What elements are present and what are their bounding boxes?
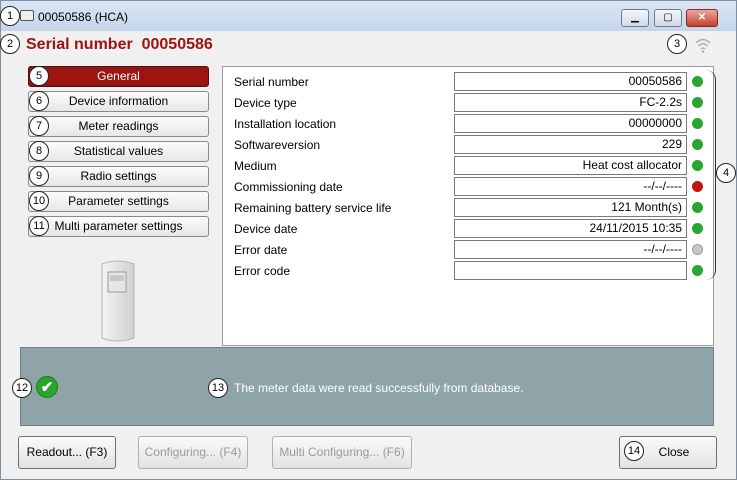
status-dot-grey — [692, 244, 703, 255]
configuring-button[interactable]: Configuring... (F4) — [138, 436, 248, 469]
app-icon — [20, 10, 34, 21]
nav-statistical-values[interactable]: Statistical values — [28, 141, 209, 162]
field-error-date: --/--/---- — [454, 240, 687, 259]
nav-multi-parameter-settings[interactable]: Multi parameter settings — [28, 216, 209, 237]
device-image — [101, 260, 135, 342]
field-serial-number: 00050586 — [454, 72, 687, 91]
annotation-badge: 5 — [29, 66, 49, 86]
status-dot-green — [692, 97, 703, 108]
field-error-code — [454, 261, 687, 280]
label-device-type: Device type — [234, 96, 297, 110]
annotation-badge: 3 — [667, 34, 687, 54]
label-commissioning-date: Commissioning date — [234, 180, 343, 194]
nav-general[interactable]: General — [28, 66, 209, 87]
field-device-date: 24/11/2015 10:35 — [454, 219, 687, 238]
annotation-badge: 2 — [0, 34, 20, 54]
status-dot-green — [692, 160, 703, 171]
serial-value: 00050586 — [141, 36, 213, 53]
status-bracket — [706, 70, 716, 280]
nav-parameter-settings[interactable]: Parameter settings — [28, 191, 209, 212]
field-commissioning-date: --/--/---- — [454, 177, 687, 196]
label-installation-location: Installation location — [234, 117, 337, 131]
status-dot-green — [692, 223, 703, 234]
serial-label: Serial number — [26, 36, 133, 53]
label-serial-number: Serial number — [234, 75, 309, 89]
annotation-badge: 1 — [0, 6, 20, 26]
nav-meter-readings[interactable]: Meter readings — [28, 116, 209, 137]
status-dot-green — [692, 265, 703, 276]
annotation-badge: 8 — [29, 141, 49, 161]
label-device-date: Device date — [234, 222, 298, 236]
maximize-button[interactable]: ▢ — [654, 9, 682, 27]
field-softwareversion: 229 — [454, 135, 687, 154]
label-remaining-battery: Remaining battery service life — [234, 201, 392, 215]
multi-configuring-button[interactable]: Multi Configuring... (F6) — [272, 436, 412, 469]
status-dot-green — [692, 202, 703, 213]
page-title: Serial number 00050586 — [26, 36, 213, 54]
window-title: 00050586 (HCA) — [38, 10, 129, 24]
label-error-date: Error date — [234, 243, 288, 257]
annotation-badge: 4 — [716, 163, 736, 183]
readout-button[interactable]: Readout... (F3) — [18, 436, 116, 469]
annotation-badge: 12 — [12, 378, 32, 398]
minimize-button[interactable]: ▁ — [621, 9, 649, 27]
status-dot-green — [692, 76, 703, 87]
field-remaining-battery: 121 Month(s) — [454, 198, 687, 217]
close-window-button[interactable]: ✕ — [686, 9, 718, 27]
annotation-badge: 7 — [29, 116, 49, 136]
label-softwareversion: Softwareversion — [234, 138, 321, 152]
nav-device-information[interactable]: Device information — [28, 91, 209, 112]
field-installation-location: 00000000 — [454, 114, 687, 133]
label-medium: Medium — [234, 159, 277, 173]
status-dot-red — [692, 181, 703, 192]
field-medium: Heat cost allocator — [454, 156, 687, 175]
check-icon: ✔ — [36, 376, 58, 398]
annotation-badge: 9 — [29, 166, 49, 186]
nav-radio-settings[interactable]: Radio settings — [28, 166, 209, 187]
status-dot-green — [692, 139, 703, 150]
wifi-signal-icon — [695, 38, 711, 53]
annotation-badge: 6 — [29, 91, 49, 111]
status-dot-green — [692, 118, 703, 129]
annotation-badge: 14 — [624, 441, 644, 461]
status-message: The meter data were read successfully fr… — [234, 381, 524, 395]
label-error-code: Error code — [234, 264, 291, 278]
annotation-badge: 10 — [29, 191, 49, 211]
annotation-badge: 13 — [208, 378, 228, 398]
annotation-badge: 11 — [29, 216, 49, 236]
field-device-type: FC-2.2s — [454, 93, 687, 112]
